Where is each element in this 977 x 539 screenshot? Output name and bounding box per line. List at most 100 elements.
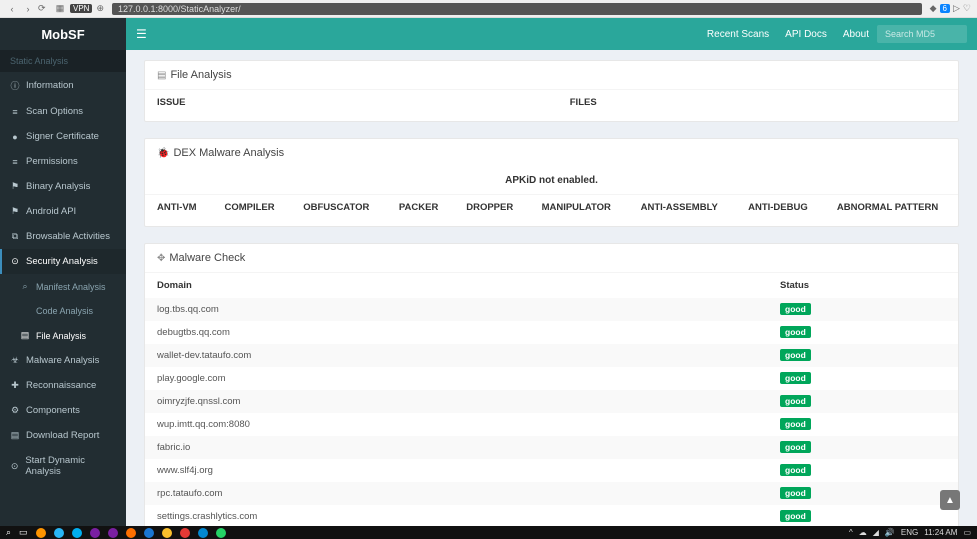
sidebar-item-browsable-activities[interactable]: ⧉ Browsable Activities [0,224,126,249]
tabs-button[interactable]: ▦ [54,3,66,14]
sidebar-subitem-manifest-analysis[interactable]: ⌕Manifest Analysis [0,274,126,299]
sidebar-subitem-code-analysis[interactable]: Code Analysis [0,299,126,323]
taskbar-app-icon[interactable] [72,528,82,538]
tray-volume-icon[interactable]: 🔊 [885,528,895,537]
sidebar-icon: ≡ [10,157,20,167]
sidebar-subitem-file-analysis[interactable]: ▤ File Analysis [0,323,126,348]
col-files: FILES [558,90,958,116]
sidebar-item-signer-certificate[interactable]: ●Signer Certificate [0,124,126,149]
sidebar-icon: ● [10,132,20,142]
malware-check-panel: ✥Malware Check Domain Status log.tbs.qq.… [144,243,959,526]
search-input[interactable] [877,25,967,43]
nav-about[interactable]: About [843,29,869,40]
dex-col: DROPPER [454,195,529,221]
sidebar-label: Start Dynamic Analysis [25,455,116,477]
back-button[interactable]: ‹ [6,4,18,14]
globe-icon: ⊕ [96,3,104,14]
status-badge: good [780,349,811,361]
browser-chrome: ‹ › ⟳ ▦ VPN ⊕ 127.0.0.1:8000/StaticAnaly… [0,0,977,18]
taskbar-app-icon[interactable] [180,528,190,538]
sidebar-label: Components [26,405,80,416]
taskbar-app-icon[interactable] [90,528,100,538]
nav-api-docs[interactable]: API Docs [785,29,827,40]
status-cell: good [768,321,958,344]
menu-toggle-icon[interactable]: ☰ [136,27,147,41]
shield-icon[interactable]: ◆ [930,3,937,14]
status-cell: good [768,390,958,413]
sidebar-item-start-dynamic-analysis[interactable]: ⊙ Start Dynamic Analysis [0,448,126,484]
status-cell: good [768,367,958,390]
tray-notif-icon[interactable]: ▭ [963,528,971,537]
sidebar-icon: ⊙ [10,256,20,267]
sidebar-label: Download Report [26,430,99,441]
taskbar-app-icon[interactable] [162,528,172,538]
taskbar-app-icon[interactable] [36,528,46,538]
domain-cell: oimryzjfe.qnssl.com [145,390,768,413]
sidebar-item-reconnaissance[interactable]: ✚Reconnaissance [0,373,126,398]
scroll-top-button[interactable]: ▲ [940,490,960,510]
sidebar-label: File Analysis [36,331,86,341]
sidebar: MobSF Static Analysis ⓘInformation≡Scan … [0,18,126,526]
table-row: rpc.tataufo.comgood [145,482,958,505]
status-cell: good [768,459,958,482]
col-domain: Domain [145,273,768,299]
table-row: wallet-dev.tataufo.com good [145,344,958,367]
status-badge: good [780,487,811,499]
sidebar-icon: ⚑ [10,206,20,217]
status-cell: good [768,298,958,321]
panel-title: Malware Check [169,252,245,264]
tray-lang[interactable]: ENG [901,528,918,537]
nav-recent-scans[interactable]: Recent Scans [707,29,769,40]
table-row: log.tbs.qq.comgood [145,298,958,321]
sidebar-icon: ⧉ [10,231,20,242]
taskbar-app-icon[interactable] [54,528,64,538]
domain-cell: play.google.com [145,367,768,390]
taskbar-app-icon[interactable] [108,528,118,538]
sidebar-item-information[interactable]: ⓘInformation [0,72,126,99]
sidebar-item-download-report[interactable]: ▤ Download Report [0,423,126,448]
url-bar[interactable]: 127.0.0.1:8000/StaticAnalyzer/ [112,3,922,15]
sidebar-label: Browsable Activities [26,231,110,242]
sidebar-item-security-analysis[interactable]: ⊙Security Analysis [0,249,126,274]
download-icon[interactable]: ▷ [953,3,960,14]
heart-icon[interactable]: ♡ [963,3,971,14]
sidebar-item-components[interactable]: ⚙Components [0,398,126,423]
tray-cloud-icon[interactable]: ☁ [859,528,867,537]
reload-button[interactable]: ⟳ [38,3,50,14]
sidebar-icon: ⊙ [10,461,19,472]
sidebar-item-permissions[interactable]: ≡ Permissions [0,149,126,174]
task-view-icon[interactable]: ▭ [19,527,28,538]
search-icon[interactable]: ⌕ [6,527,11,538]
status-badge: good [780,395,811,407]
dex-col: ANTI-VM [145,195,212,221]
taskbar-app-icon[interactable] [144,528,154,538]
sidebar-label: Permissions [26,156,78,167]
app-logo[interactable]: MobSF [0,18,126,50]
tray-time[interactable]: 11:24 AM [924,528,957,537]
sidebar-item-binary-analysis[interactable]: ⚑Binary Analysis [0,174,126,199]
apkid-notice: APKiD not enabled. [145,167,958,194]
taskbar-app-icon[interactable] [126,528,136,538]
panel-title: DEX Malware Analysis [173,147,284,159]
table-row: debugtbs.qq.comgood [145,321,958,344]
status-cell: good [768,482,958,505]
table-row: fabric.iogood [145,436,958,459]
status-cell: good [768,413,958,436]
taskbar-app-icon[interactable] [198,528,208,538]
taskbar-app-icon[interactable] [216,528,226,538]
sidebar-icon: ≡ [10,107,20,117]
tray-chevron-icon[interactable]: ^ [849,528,853,537]
file-icon: ▤ [157,70,166,81]
domain-cell: settings.crashlytics.com [145,505,768,526]
domain-cell: www.slf4j.org [145,459,768,482]
table-row: wup.imtt.qq.com:8080good [145,413,958,436]
domain-cell: debugtbs.qq.com [145,321,768,344]
forward-button[interactable]: › [22,4,34,14]
sidebar-item-scan-options[interactable]: ≡Scan Options [0,99,126,124]
sidebar-item-malware-analysis[interactable]: ☣Malware Analysis [0,348,126,373]
sidebar-item-android-api[interactable]: ⚑Android API [0,199,126,224]
domain-cell: wallet-dev.tataufo.com [145,344,768,367]
sidebar-icon: ▤ [10,430,20,441]
sidebar-icon: ▤ [20,330,30,341]
tray-wifi-icon[interactable]: ◢ [873,528,879,537]
